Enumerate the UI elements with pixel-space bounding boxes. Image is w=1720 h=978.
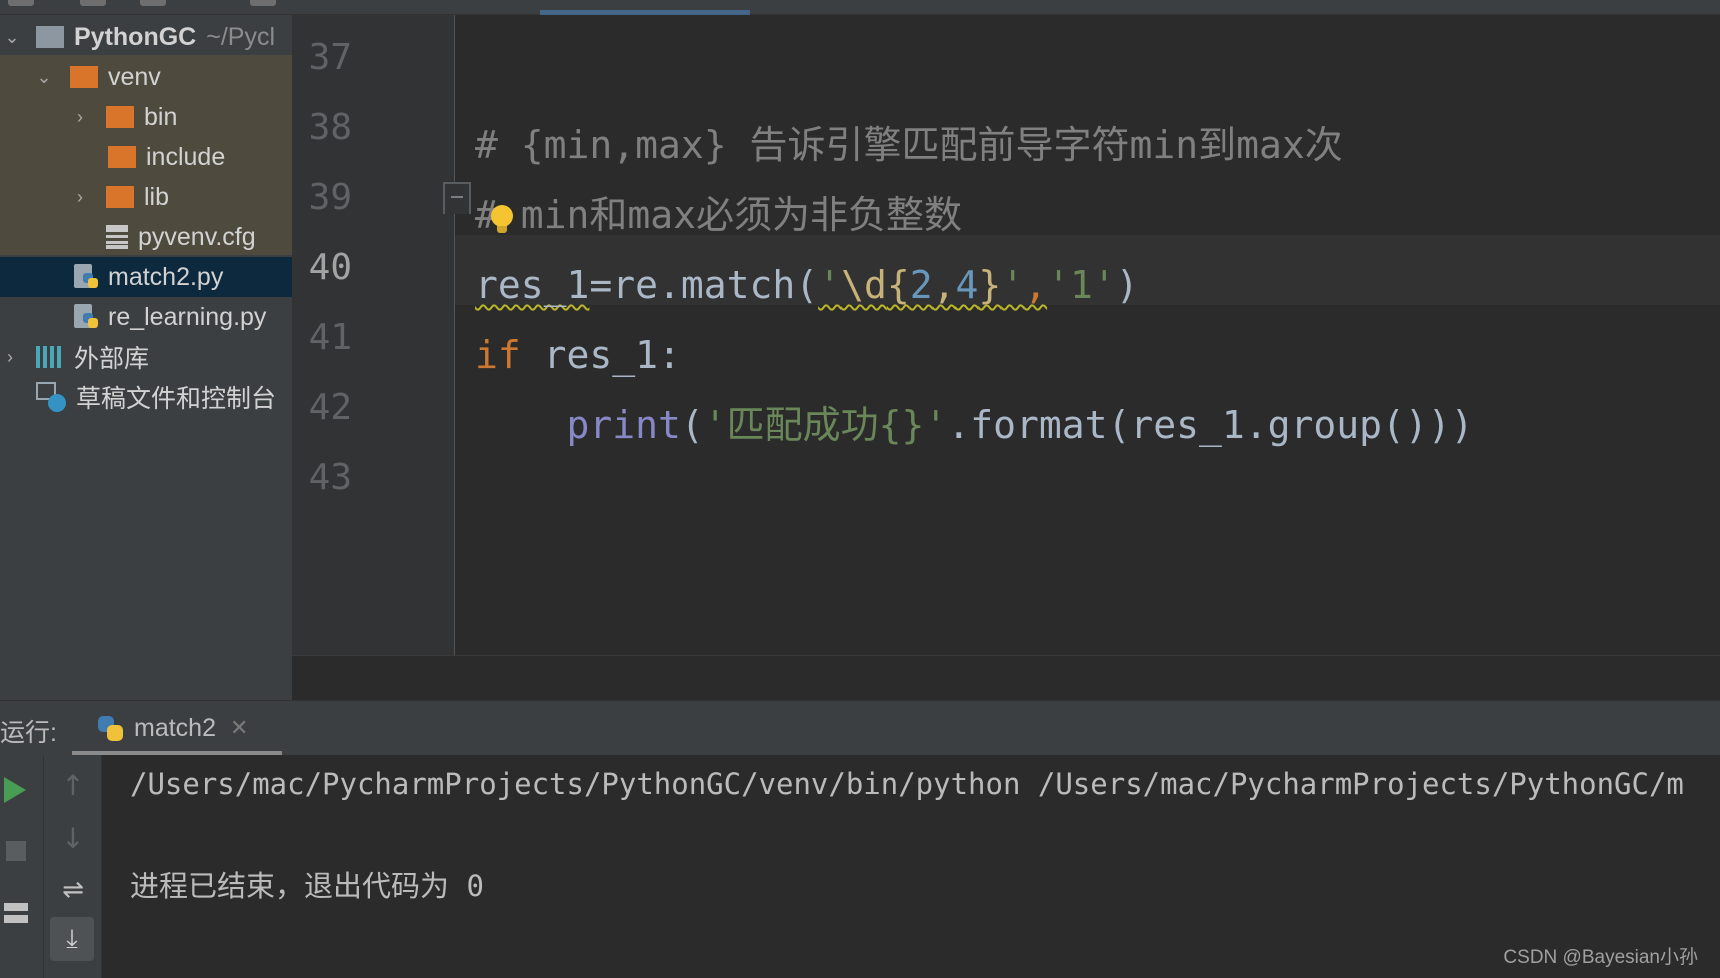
regex-number: 2: [909, 263, 933, 307]
run-toolbar-primary: [0, 755, 44, 978]
chevron-right-icon[interactable]: ›: [70, 187, 90, 207]
line-number: 41: [308, 317, 352, 358]
watermark: CSDN @Bayesian小孙: [1503, 947, 1698, 968]
code-token: .format(res_1.group())): [947, 403, 1474, 447]
regex-escape: \d: [841, 263, 887, 307]
line-number: 37: [308, 37, 352, 78]
tree-item-match2-py[interactable]: match2.py: [0, 257, 292, 297]
tree-item-label: match2.py: [108, 262, 224, 291]
toolbar-glyph: [80, 0, 106, 6]
tree-item-label: venv: [108, 62, 161, 91]
lightbulb-icon[interactable]: [491, 205, 513, 235]
python-file-icon: [72, 263, 98, 291]
run-tab-match2[interactable]: match2 ✕: [72, 701, 282, 756]
fold-toggle-icon[interactable]: [443, 182, 471, 214]
line-number: 39: [308, 177, 352, 218]
project-tree: ⌄ PythonGC ~/Pycl ⌄ venv › bin include ›…: [0, 15, 292, 700]
comment-text: min和max必须为非负整数: [497, 193, 963, 237]
current-line-number: 40: [308, 247, 352, 288]
tree-item-bin[interactable]: › bin: [0, 97, 292, 137]
line-number: 43: [308, 457, 352, 498]
code-line-42: print('匹配成功{}'.format(res_1.group())): [475, 390, 1474, 460]
tree-item-label: re_learning.py: [108, 302, 267, 331]
scroll-to-end-icon[interactable]: ⤓: [50, 917, 94, 961]
project-root-path: ~/Pycl: [206, 22, 275, 51]
close-icon[interactable]: ✕: [230, 716, 248, 741]
toolbar-glyph: [140, 0, 166, 6]
builtin-function: print: [566, 403, 681, 447]
code-token: res_1: [475, 263, 590, 307]
run-console[interactable]: /Users/mac/PycharmProjects/PythonGC/venv…: [102, 755, 1720, 978]
string-quote: ': [1001, 263, 1025, 307]
tree-item-label: lib: [144, 182, 170, 211]
run-tab-label: match2: [134, 714, 216, 742]
chevron-right-icon[interactable]: ›: [70, 107, 90, 127]
editor-tab-strip: [0, 0, 1720, 15]
folder-icon: [108, 146, 136, 168]
regex-brace: }: [978, 263, 1002, 307]
chevron-down-icon[interactable]: ⌄: [2, 27, 22, 47]
tree-item-label: 草稿文件和控制台: [76, 385, 277, 413]
folder-icon: [106, 186, 134, 208]
run-label: 运行:: [0, 719, 57, 747]
regex-number: 4: [955, 263, 979, 307]
folder-icon: [106, 106, 134, 128]
tree-item-pyvenv-cfg[interactable]: pyvenv.cfg: [0, 217, 292, 257]
string-literal: '1': [1047, 263, 1116, 307]
tree-item-lib[interactable]: › lib: [0, 177, 292, 217]
run-icon[interactable]: [4, 777, 26, 803]
tree-item-include[interactable]: include: [0, 137, 292, 177]
console-line: 进程已结束，退出代码为 0: [130, 869, 484, 903]
code-token: ): [1115, 263, 1139, 307]
console-line: /Users/mac/PycharmProjects/PythonGC/venv…: [130, 767, 1684, 801]
soft-wrap-icon[interactable]: ⇌: [58, 875, 88, 905]
line-number: 42: [308, 387, 352, 428]
tree-item-label: include: [146, 142, 226, 171]
string-quote: ': [818, 263, 842, 307]
code-editor[interactable]: # {min,max} 告诉引擎匹配前导字符min到max次 # min和max…: [455, 15, 1720, 655]
chevron-right-icon[interactable]: ›: [0, 347, 20, 367]
up-arrow-icon[interactable]: ↑: [60, 769, 86, 802]
string-literal: '匹配成功{}': [703, 403, 948, 447]
toolbar-glyph: [250, 0, 276, 6]
library-icon: [36, 346, 64, 368]
tree-item-label: 外部库: [74, 345, 150, 373]
layout-icon[interactable]: [4, 903, 28, 923]
run-toolbar-secondary: ↑ ↓ ⇌ ⤓: [44, 755, 102, 978]
tree-item-project-root[interactable]: ⌄ PythonGC ~/Pycl: [0, 17, 292, 57]
line-number-gutter: 37 38 39 40 41 42 43: [292, 15, 455, 655]
config-file-icon: [106, 225, 128, 249]
code-line-41: if res_1:: [475, 320, 681, 390]
editor-bottom-area: [292, 655, 1720, 700]
tree-item-venv[interactable]: ⌄ venv: [0, 57, 292, 97]
down-arrow-icon[interactable]: ↓: [60, 822, 86, 855]
tree-item-re-learning-py[interactable]: re_learning.py: [0, 297, 292, 337]
code-token: (: [680, 403, 704, 447]
run-tool-window-header: 运行: match2 ✕: [0, 700, 1720, 756]
stop-icon[interactable]: [6, 841, 26, 861]
comment-text: # {min,max} 告诉引擎匹配前导字符min到max次: [475, 123, 1343, 167]
code-line-38: # {min,max} 告诉引擎匹配前导字符min到max次: [475, 110, 1343, 180]
code-line-40: res_1=re.match('\d{2,4}','1'): [475, 250, 1139, 320]
project-root-name: PythonGC: [74, 22, 197, 51]
tree-item-label: pyvenv.cfg: [138, 222, 256, 251]
tree-item-scratches[interactable]: 草稿文件和控制台: [0, 377, 292, 417]
keyword: if: [475, 333, 521, 377]
code-line-39: # min和max必须为非负整数: [475, 180, 962, 250]
scratches-console-icon: [36, 382, 66, 412]
tree-item-label: bin: [144, 102, 178, 131]
python-file-icon: [72, 303, 98, 331]
chevron-down-icon[interactable]: ⌄: [34, 67, 54, 87]
folder-icon: [70, 66, 98, 88]
toolbar-glyph: [8, 0, 34, 6]
code-token: =re.match(: [589, 263, 819, 307]
python-icon: [98, 715, 124, 742]
regex-comma: ,: [932, 263, 956, 307]
regex-brace: {: [886, 263, 910, 307]
code-token: res_1:: [520, 333, 681, 377]
tree-item-external-libraries[interactable]: › 外部库: [0, 337, 292, 377]
code-token: ,: [1024, 263, 1048, 307]
folder-icon: [36, 26, 64, 48]
line-number: 38: [308, 107, 352, 148]
